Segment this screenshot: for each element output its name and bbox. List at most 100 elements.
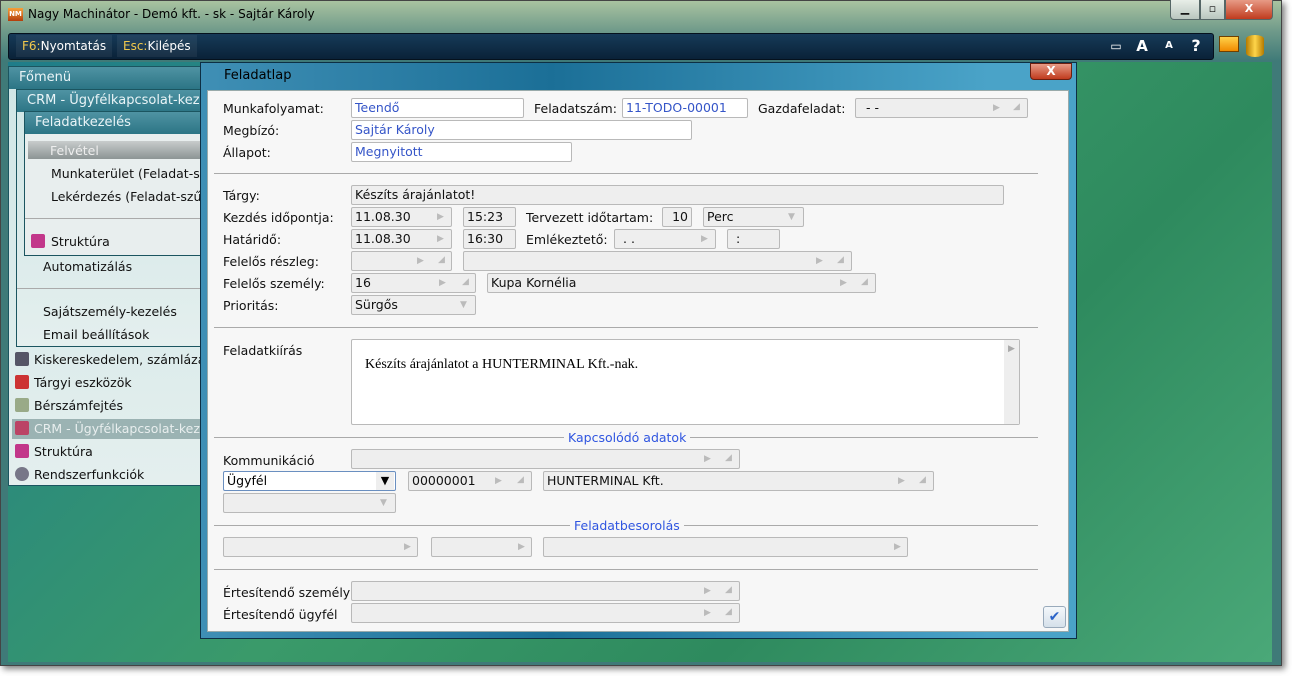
reminder-time-field[interactable]: : <box>727 229 780 249</box>
menu-item-system[interactable]: Rendszerfunkciók <box>34 467 144 482</box>
person-code-field[interactable]: 16 ▶ ◢ <box>351 273 476 293</box>
priority-label: Prioritás: <box>223 298 279 313</box>
person-name-field[interactable]: Kupa Kornélia ▶ ◢ <box>487 273 876 293</box>
menu-item-own-person[interactable]: Sajátszemély-kezelés <box>43 304 177 319</box>
deadline-time-field[interactable]: 16:30 <box>463 229 516 249</box>
close-window-button[interactable]: X <box>1225 0 1273 20</box>
partner-name-field[interactable]: HUNTERMINAL Kft. ▶ ◢ <box>543 471 934 491</box>
communication-field[interactable]: ▶ ◢ <box>351 449 740 469</box>
menu-item-assets[interactable]: Tárgyi eszközök <box>34 375 132 390</box>
menu-item-label: Struktúra <box>34 444 93 459</box>
notify-customer-field[interactable]: ▶ ◢ <box>351 603 740 623</box>
parent-task-value: - - <box>866 100 879 115</box>
arrow-right-icon[interactable]: ▶ <box>993 99 1000 117</box>
notify-customer-label: Értesítendő ügyfél <box>223 607 338 622</box>
chevron-down-icon[interactable]: ▼ <box>788 208 795 226</box>
resize-corner-icon: ◢ <box>725 607 732 617</box>
monitor-icon[interactable] <box>1219 36 1239 52</box>
arrow-right-icon[interactable]: ▶ <box>898 472 905 490</box>
arrow-right-icon[interactable]: ▶ <box>701 230 708 248</box>
classification-field-1[interactable]: ▶ <box>223 537 418 557</box>
scrollbar[interactable]: ▶ <box>1004 340 1019 424</box>
menu-item-structure[interactable]: Struktúra <box>34 444 93 459</box>
house-icon <box>15 375 29 389</box>
help-icon[interactable]: ? <box>1184 35 1208 57</box>
minimize-button[interactable]: ▁ <box>1170 0 1200 20</box>
arrow-right-icon[interactable]: ▶ <box>816 252 823 270</box>
menu-item-new[interactable]: Felvétel <box>28 141 202 159</box>
menu-item-email-settings[interactable]: Email beállítások <box>43 327 149 342</box>
duration-unit-select[interactable]: Perc ▼ <box>703 207 804 227</box>
person-code-value: 16 <box>355 275 371 290</box>
exit-button[interactable]: Esc:Kilépés <box>117 35 197 57</box>
dialog-close-button[interactable]: X <box>1030 63 1072 80</box>
notify-person-field[interactable]: ▶ ◢ <box>351 581 740 601</box>
secondary-select[interactable]: ▼ <box>223 493 396 513</box>
start-time-field[interactable]: 15:23 <box>463 207 516 227</box>
person-name-value: Kupa Kornélia <box>491 275 577 290</box>
deadline-date-field[interactable]: 11.08.30 ▶ <box>351 229 452 249</box>
print-label: Nyomtatás <box>40 39 107 53</box>
workflow-field[interactable]: Teendő <box>351 98 524 118</box>
maximize-button[interactable]: ▫ <box>1200 0 1225 20</box>
menu-item-query[interactable]: Lekérdezés (Feladat-szűr <box>51 189 207 204</box>
crm-menu-title: CRM - Ügyfélkapcsolat-kez <box>17 90 205 112</box>
confirm-check-button[interactable]: ✔ <box>1043 606 1066 628</box>
window-title: Nagy Machinátor - Demó kft. - sk - Sajtá… <box>28 7 315 21</box>
state-field[interactable]: Megnyitott <box>351 142 572 162</box>
duration-field[interactable]: 10 <box>662 207 692 227</box>
client-field[interactable]: Sajtár Károly <box>351 120 692 140</box>
font-larger-icon[interactable]: A <box>1130 35 1154 57</box>
arrow-right-icon[interactable]: ▶ <box>437 208 444 226</box>
start-date-field[interactable]: 11.08.30 ▶ <box>351 207 452 227</box>
description-textarea[interactable]: Készíts árajánlatot a HUNTERMINAL Kft.-n… <box>351 339 1020 425</box>
classification-field-2[interactable]: ▶ <box>431 537 532 557</box>
task-number-field[interactable]: 11-TODO-00001 <box>622 98 748 118</box>
arrow-right-icon[interactable]: ▶ <box>495 472 502 490</box>
app-logo-icon: NM <box>8 8 23 21</box>
task-number-label: Feladatszám: <box>534 101 617 116</box>
subject-field[interactable]: Készíts árajánlatot! <box>351 185 1004 205</box>
priority-select[interactable]: Sürgős ▼ <box>351 295 476 315</box>
start-date-value: 11.08.30 <box>355 209 411 224</box>
department-name-field[interactable]: ▶ ◢ <box>463 251 852 271</box>
menu-item-task-structure[interactable]: Struktúra <box>51 234 110 249</box>
print-shortcut: F6: <box>22 39 41 53</box>
menu-item-label: CRM - Ügyfélkapcsolat-kez <box>34 421 200 436</box>
menu-item-crm[interactable]: CRM - Ügyfélkapcsolat-kez <box>12 419 202 439</box>
arrow-right-icon[interactable]: ▶ <box>704 450 711 468</box>
department-code-field[interactable]: ▶ ◢ <box>351 251 452 271</box>
crm-people-icon <box>15 421 29 435</box>
database-icon[interactable] <box>1246 35 1264 57</box>
chevron-down-icon[interactable]: ▼ <box>460 296 467 314</box>
arrow-right-icon[interactable]: ▶ <box>518 538 525 556</box>
font-smaller-icon[interactable]: A <box>1157 35 1181 57</box>
description-text: Készíts árajánlatot a HUNTERMINAL Kft.-n… <box>365 357 639 372</box>
arrow-right-icon[interactable]: ▶ <box>704 582 711 600</box>
menu-divider <box>17 288 202 289</box>
arrow-right-icon[interactable]: ▶ <box>437 230 444 248</box>
menu-item-payroll[interactable]: Bérszámfejtés <box>34 398 123 413</box>
chevron-down-icon[interactable]: ▼ <box>376 472 394 490</box>
menu-item-retail[interactable]: Kiskereskedelem, számlázás <box>34 352 212 367</box>
duration-unit-value: Perc <box>707 209 734 224</box>
arrow-right-icon[interactable]: ▶ <box>404 538 411 556</box>
arrow-right-icon[interactable]: ▶ <box>704 604 711 622</box>
arrow-right-icon[interactable]: ▶ <box>417 252 424 270</box>
arrow-right-icon[interactable]: ▶ <box>894 538 901 556</box>
menu-item-workspace[interactable]: Munkaterület (Feladat-sz <box>51 166 206 181</box>
planned-duration-label: Tervezett időtartam: <box>526 210 654 225</box>
print-button[interactable]: F6:Nyomtatás <box>16 35 113 57</box>
resize-corner-icon: ◢ <box>725 453 732 463</box>
chevron-down-icon[interactable]: ▼ <box>380 494 387 512</box>
partner-code-field[interactable]: 00000001 ▶ ◢ <box>408 471 532 491</box>
parent-task-field[interactable]: - - ▶ ◢ <box>855 98 1028 118</box>
arrow-right-icon[interactable]: ▶ <box>439 274 446 292</box>
priority-value: Sürgős <box>355 297 398 312</box>
classification-field-3[interactable]: ▶ <box>543 537 908 557</box>
arrow-right-icon[interactable]: ▶ <box>840 274 847 292</box>
menu-item-automation[interactable]: Automatizálás <box>43 259 132 274</box>
window-icon[interactable]: ▭ <box>1104 35 1128 57</box>
reminder-date-field[interactable]: . . ▶ <box>614 229 716 249</box>
partner-type-select[interactable]: Ügyfél ▼ <box>223 471 396 491</box>
